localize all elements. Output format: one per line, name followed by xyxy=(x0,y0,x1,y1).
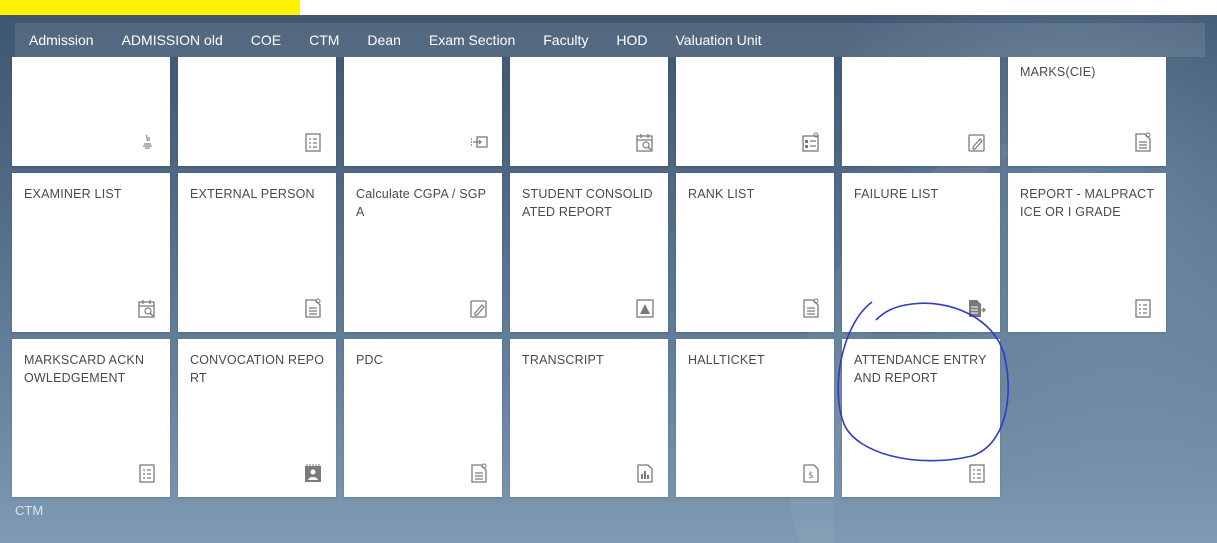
tile-label: HALLTICKET xyxy=(688,353,765,367)
tile-label: FAILURE LIST xyxy=(854,187,939,201)
tile-import[interactable] xyxy=(344,57,502,166)
id-card-icon xyxy=(304,463,322,483)
checklist-icon xyxy=(1134,298,1152,318)
tile-report-malpractice[interactable]: REPORT - MALPRACTICE OR I GRADE xyxy=(1008,173,1166,332)
tile-report[interactable] xyxy=(676,57,834,166)
tile-label: CONVOCATION REPORT xyxy=(190,353,325,385)
tab-admission-old[interactable]: ADMISSION old xyxy=(122,32,223,48)
highlight-strip xyxy=(0,0,300,15)
tab-exam-section[interactable]: Exam Section xyxy=(429,32,515,48)
tile-failure-list[interactable]: FAILURE LIST xyxy=(842,173,1000,332)
document-icon xyxy=(1134,132,1152,152)
tile-calendar-search[interactable] xyxy=(510,57,668,166)
checklist-icon xyxy=(968,463,986,483)
tile-java[interactable] xyxy=(12,57,170,166)
calendar-search-icon xyxy=(636,132,654,152)
tile-calculate-cgpa[interactable]: Calculate CGPA / SGPA xyxy=(344,173,502,332)
tile-markscard-acknowledgement[interactable]: MARKSCARD ACKNOWLEDGEMENT xyxy=(12,339,170,497)
tile-label: MARKSCARD ACKNOWLEDGEMENT xyxy=(24,353,145,385)
tile-rank-list[interactable]: RANK LIST xyxy=(676,173,834,332)
tile-edit[interactable] xyxy=(842,57,1000,166)
tile-label: EXTERNAL PERSON xyxy=(190,187,315,201)
tile-label: Calculate CGPA / SGPA xyxy=(356,187,487,219)
document-icon xyxy=(802,298,820,318)
edit-icon xyxy=(968,132,986,152)
java-icon xyxy=(138,132,156,152)
tab-ctm[interactable]: CTM xyxy=(309,32,339,48)
tile-examiner-list[interactable]: EXAMINER LIST xyxy=(12,173,170,332)
tile-label: PDC xyxy=(356,353,383,367)
tab-hod[interactable]: HOD xyxy=(616,32,647,48)
group-tab-bar: Admission ADMISSION old COE CTM Dean Exa… xyxy=(15,23,1205,60)
tile-pdc[interactable]: PDC xyxy=(344,339,502,497)
tile-student-consolidated-report[interactable]: STUDENT CONSOLIDATED REPORT xyxy=(510,173,668,332)
tile-checklist[interactable] xyxy=(178,57,336,166)
tab-admission[interactable]: Admission xyxy=(29,32,94,48)
tab-coe[interactable]: COE xyxy=(246,32,286,60)
tile-label: REPORT - MALPRACTICE OR I GRADE xyxy=(1020,187,1155,219)
footer-group-label: CTM xyxy=(15,503,44,518)
tile-label: RANK LIST xyxy=(688,187,755,201)
report-icon xyxy=(802,132,820,152)
svg-text:$: $ xyxy=(808,471,814,481)
tab-dean[interactable]: Dean xyxy=(367,32,400,48)
tile-hallticket[interactable]: HALLTICKET $ xyxy=(676,339,834,497)
document-forward-icon xyxy=(968,298,986,318)
tile-label: MARKS(CIE) xyxy=(1020,65,1096,79)
warning-doc-icon xyxy=(636,298,654,318)
tile-convocation-report[interactable]: CONVOCATION REPORT xyxy=(178,339,336,497)
tile-label: STUDENT CONSOLIDATED REPORT xyxy=(522,187,653,219)
document-icon xyxy=(470,463,488,483)
tab-valuation-unit[interactable]: Valuation Unit xyxy=(676,32,762,48)
tile-marks-cie[interactable]: MARKS(CIE) xyxy=(1008,57,1166,166)
edit-icon xyxy=(470,298,488,318)
tile-label: EXAMINER LIST xyxy=(24,187,122,201)
tab-faculty[interactable]: Faculty xyxy=(543,32,588,48)
tile-attendance-entry-report[interactable]: ATTENDANCE ENTRY AND REPORT xyxy=(842,339,1000,497)
checklist-icon xyxy=(138,463,156,483)
tile-label: ATTENDANCE ENTRY AND REPORT xyxy=(854,353,987,385)
checklist-icon xyxy=(304,132,322,152)
chart-doc-icon xyxy=(636,463,654,483)
document-icon xyxy=(304,298,322,318)
tile-transcript[interactable]: TRANSCRIPT xyxy=(510,339,668,497)
dollar-doc-icon: $ xyxy=(802,463,820,483)
import-icon xyxy=(470,132,488,152)
calendar-search-icon xyxy=(138,298,156,318)
tile-label: TRANSCRIPT xyxy=(522,353,604,367)
tile-external-person[interactable]: EXTERNAL PERSON xyxy=(178,173,336,332)
